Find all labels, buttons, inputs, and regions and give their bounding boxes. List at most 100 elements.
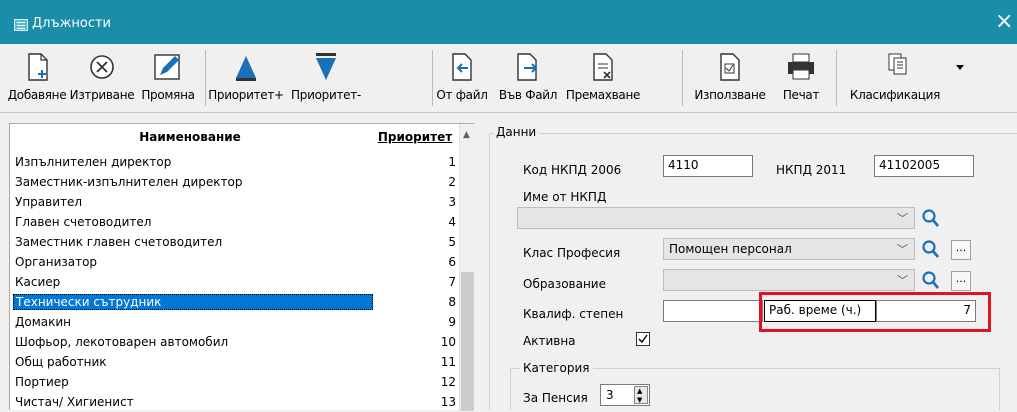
checkmark-icon <box>638 334 648 344</box>
toolbar-overflow-button[interactable] <box>950 48 970 108</box>
print-button[interactable]: Печат <box>776 48 826 108</box>
list-item[interactable]: Организатор 6 <box>10 253 456 272</box>
nkpd2011-input[interactable]: 41102005 <box>874 155 974 177</box>
priority-up-label: Приоритет+ <box>208 88 284 102</box>
edit-label: Промяна <box>141 88 195 102</box>
list-item[interactable]: Технически сътрудник 8 <box>10 293 456 312</box>
list-item-priority: 11 <box>440 355 456 369</box>
list-item-name: Общ работник <box>15 355 107 369</box>
scroll-up-icon[interactable]: ▲ <box>463 130 470 140</box>
spin-up-icon[interactable]: ▲ <box>637 387 642 395</box>
chevron-down-icon[interactable]: ﹀ <box>897 210 908 226</box>
pension-label: За Пенсия <box>523 391 588 405</box>
list-item[interactable]: Касиер 7 <box>10 273 456 292</box>
list-item-priority: 6 <box>448 255 456 269</box>
list-item-name: Шофьор, лекотоварен автомобил <box>15 335 229 349</box>
category-group-label: Категория <box>520 361 593 375</box>
priority-down-label: Приоритет- <box>291 88 361 102</box>
add-button[interactable]: Добавяне <box>4 48 70 108</box>
toolbar: Добавяне Изтриване Промяна Приоритет+ Пр… <box>0 44 1017 113</box>
list-item-priority: 1 <box>448 155 456 169</box>
export-file-icon <box>517 53 538 81</box>
add-label: Добавяне <box>7 88 67 102</box>
classification-button[interactable]: Класификация <box>842 48 948 108</box>
class-profession-value: Помощен персонал <box>669 242 792 256</box>
list-item-name: Заместник главен счетоводител <box>15 235 223 249</box>
list-item[interactable]: Заместник главен счетоводител 5 <box>10 233 456 252</box>
search-icon[interactable] <box>920 269 940 291</box>
list-item-name: Чистач/ Хигиенист <box>15 395 134 409</box>
list-item[interactable]: Заместник-изпълнителен директор 2 <box>10 173 456 192</box>
delete-label: Изтриване <box>69 88 135 102</box>
positions-list: Наименование Приоритет Изпълнителен дире… <box>9 123 475 412</box>
column-header-name[interactable]: Наименование <box>10 130 370 144</box>
nkpd2006-input[interactable]: 4110 <box>663 155 753 177</box>
list-scrollbar[interactable]: ▲ <box>459 124 475 411</box>
list-item-priority: 13 <box>440 395 456 409</box>
education-label: Образование <box>523 277 606 291</box>
remove-button[interactable]: Премахване <box>560 48 646 108</box>
list-item-priority: 10 <box>440 335 456 349</box>
toolbar-separator <box>682 50 683 106</box>
classification-label: Класификация <box>849 88 941 102</box>
list-item[interactable]: Изпълнителен директор 1 <box>10 153 456 172</box>
edit-button[interactable]: Промяна <box>136 48 200 108</box>
scroll-thumb[interactable] <box>461 272 474 411</box>
highlight-box <box>759 292 991 332</box>
list-item-priority: 7 <box>448 275 456 289</box>
education-select[interactable]: ﹀ <box>663 269 915 291</box>
usage-button[interactable]: Използване <box>690 48 770 108</box>
list-item[interactable]: Чистач/ Хигиенист 13 <box>10 393 456 412</box>
to-file-button[interactable]: Във Файл <box>496 48 560 108</box>
edit-pencil-icon <box>154 54 180 80</box>
list-item[interactable]: Домакин 9 <box>10 313 456 332</box>
list-item[interactable]: Общ работник 11 <box>10 353 456 372</box>
window-icon <box>14 19 28 31</box>
list-item[interactable]: Управител 3 <box>10 193 456 212</box>
printer-icon <box>788 53 814 80</box>
list-item[interactable]: Главен счетоводител 4 <box>10 213 456 232</box>
classification-docs-icon <box>888 53 907 75</box>
list-item[interactable]: Шофьор, лекотоварен автомобил 10 <box>10 333 456 352</box>
delete-circle-icon <box>90 55 114 79</box>
checked-document-icon <box>720 53 740 81</box>
class-more-button[interactable]: ... <box>951 240 971 260</box>
title-bar: Длъжности × <box>0 0 1017 44</box>
close-button[interactable]: × <box>995 10 1013 34</box>
active-label: Активна <box>523 334 576 348</box>
pension-spinner[interactable]: 3 ▲ ▼ <box>600 384 650 406</box>
list-item-name: Портиер <box>15 375 69 389</box>
qualification-input[interactable] <box>663 300 763 322</box>
qualification-label: Квалиф. степен <box>523 307 624 321</box>
dropdown-triangle-icon <box>956 65 964 70</box>
to-file-label: Във Файл <box>498 88 558 102</box>
delete-button[interactable]: Изтриване <box>68 48 136 108</box>
spinner-buttons[interactable]: ▲ ▼ <box>634 386 648 404</box>
spin-down-icon[interactable]: ▼ <box>637 396 642 404</box>
class-profession-select[interactable]: Помощен персонал ﹀ <box>663 238 915 260</box>
list-item[interactable]: Портиер 12 <box>10 373 456 392</box>
remove-file-icon <box>593 53 613 81</box>
list-item-name: Технически сътрудник <box>13 294 373 310</box>
chevron-down-icon[interactable]: ﹀ <box>897 241 908 257</box>
arrow-up-icon <box>236 56 256 81</box>
list-item-name: Изпълнителен директор <box>15 155 172 169</box>
list-item-name: Организатор <box>15 255 98 269</box>
add-document-icon <box>28 53 48 81</box>
nkpd-name-select[interactable]: ﹀ <box>517 207 915 229</box>
list-item-name: Главен счетоводител <box>15 215 152 229</box>
chevron-down-icon[interactable]: ﹀ <box>897 272 908 288</box>
list-item-priority: 9 <box>448 315 456 329</box>
education-more-button[interactable]: ... <box>951 271 971 291</box>
priority-down-button[interactable]: Приоритет- <box>286 48 366 108</box>
search-icon[interactable] <box>920 207 940 229</box>
nkpd2006-label: Код НКПД 2006 <box>523 163 622 177</box>
column-header-priority[interactable]: Приоритет <box>372 130 458 144</box>
priority-up-button[interactable]: Приоритет+ <box>206 48 286 108</box>
search-icon[interactable] <box>920 238 940 260</box>
from-file-button[interactable]: От файл <box>434 48 490 108</box>
nkpd-name-label: Име от НКПД <box>523 190 607 204</box>
list-item-priority: 8 <box>448 295 456 309</box>
toolbar-separator <box>432 50 433 106</box>
active-checkbox[interactable] <box>636 332 650 346</box>
